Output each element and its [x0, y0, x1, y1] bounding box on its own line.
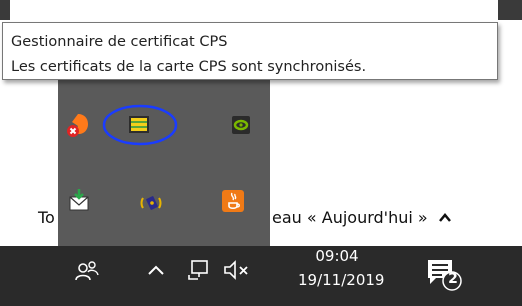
action-center-icon[interactable]: 2 [424, 254, 464, 294]
people-icon[interactable] [72, 254, 102, 288]
volume-muted-icon[interactable] [220, 256, 254, 284]
nvidia-icon[interactable] [226, 110, 256, 140]
mail-download-icon[interactable] [64, 186, 94, 216]
clock-time[interactable]: 09:04 [298, 247, 376, 265]
chevron-up-icon[interactable] [438, 208, 451, 227]
tooltip-title: Gestionnaire de certificat CPS [11, 34, 228, 50]
notification-count-badge: 2 [448, 271, 458, 287]
background-text-left: To [38, 208, 55, 227]
network-device-icon[interactable] [136, 188, 166, 218]
tooltip-message: Les certificats de la carte CPS sont syn… [11, 59, 367, 75]
clock-date[interactable]: 19/11/2019 [298, 271, 384, 289]
avast-warning-icon[interactable] [64, 110, 94, 140]
background-window-top [0, 0, 522, 20]
background-ticker[interactable]: eau « Aujourd'hui » [272, 208, 451, 227]
background-edge-left [0, 0, 10, 20]
ticker-text: eau « Aujourd'hui » [272, 208, 428, 227]
background-edge-right [498, 0, 522, 20]
tray-tooltip: Gestionnaire de certificat CPS Les certi… [2, 22, 498, 80]
network-icon[interactable] [184, 256, 212, 284]
cps-certificate-icon[interactable] [100, 104, 180, 148]
show-hidden-icons-chevron[interactable] [144, 258, 168, 282]
java-icon[interactable] [218, 186, 248, 216]
tray-overflow-popup [58, 80, 270, 246]
